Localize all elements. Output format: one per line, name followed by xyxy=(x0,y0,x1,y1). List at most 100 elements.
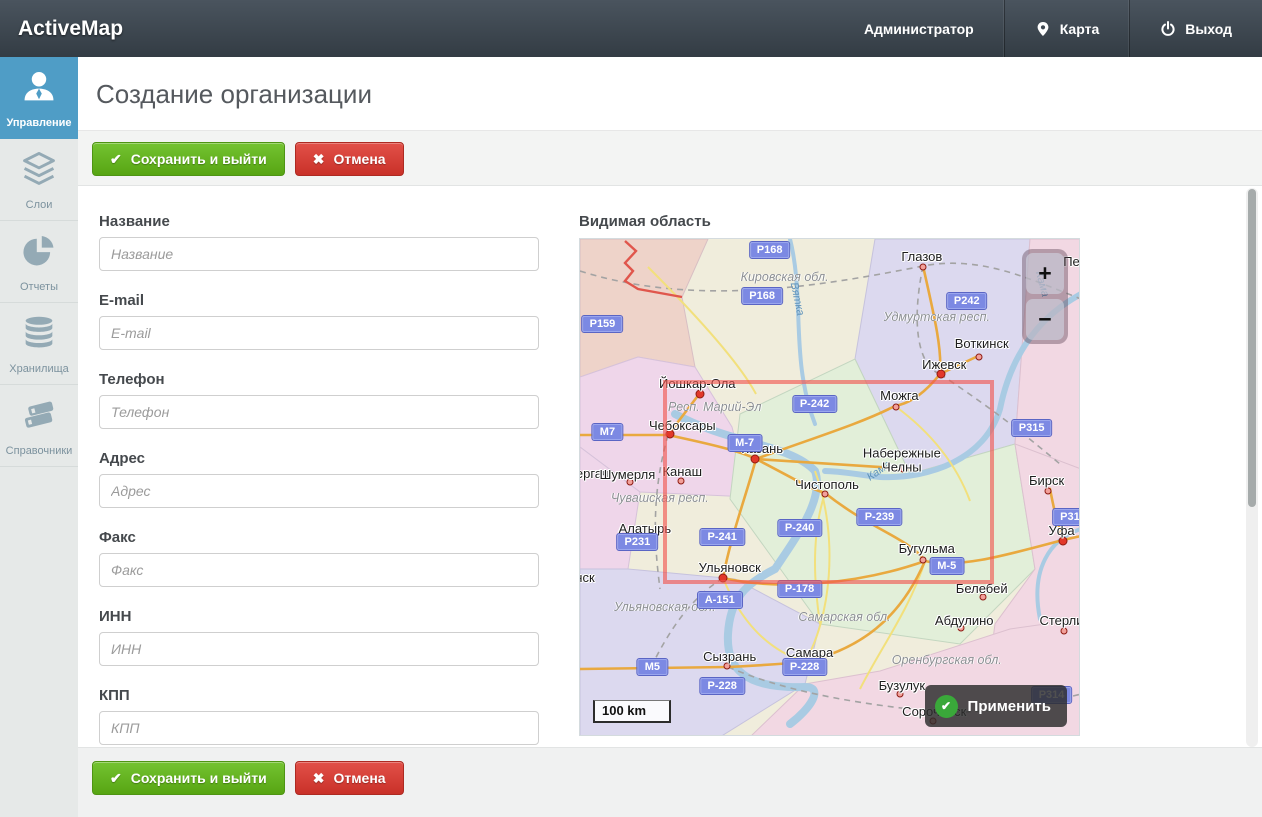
city-label: Самара xyxy=(786,646,833,660)
email-input[interactable] xyxy=(99,316,539,350)
city-label: Сызрань xyxy=(703,650,756,664)
address-input[interactable] xyxy=(99,474,539,508)
kpp-input[interactable] xyxy=(99,711,539,745)
app-header: ActiveMap Администратор Карта Выход xyxy=(0,0,1262,57)
field-fax: Факс xyxy=(99,529,539,587)
main-panel: Создание организации ✔ Сохранить и выйти… xyxy=(78,57,1262,817)
road-badge: Р315 xyxy=(1053,509,1080,525)
road-badge: М5 xyxy=(638,659,667,675)
sidebar-item-label: Управление xyxy=(2,117,76,129)
city-label: Белебей xyxy=(956,582,1008,596)
save-exit-button-label: Сохранить и выйти xyxy=(131,770,267,786)
phone-input[interactable] xyxy=(99,395,539,429)
visible-area-label: Видимая область xyxy=(579,213,1080,230)
city-label: Воткинск xyxy=(955,337,1009,351)
city-dot xyxy=(1061,627,1068,634)
zoom-in-button[interactable]: + xyxy=(1026,253,1064,294)
map-link[interactable]: Карта xyxy=(1004,0,1130,57)
save-exit-button[interactable]: ✔ Сохранить и выйти xyxy=(92,761,285,795)
cancel-button[interactable]: ✖ Отмена xyxy=(295,142,404,176)
region-label: Кировская обл. xyxy=(741,270,829,284)
organization-form: Название E-mail Телефон Адрес Факс ИНН xyxy=(99,213,539,747)
road-badge: Р-228 xyxy=(701,678,744,694)
field-label: Телефон xyxy=(99,371,539,388)
road-badge: Р-228 xyxy=(783,659,826,675)
road-badge: М7 xyxy=(593,424,622,440)
apply-button-label: Применить xyxy=(968,698,1051,715)
road-badge: Р315 xyxy=(1012,420,1052,436)
zoom-out-button[interactable]: − xyxy=(1026,299,1064,340)
sidebar-item-label: Справочники xyxy=(2,445,76,457)
app-logo: ActiveMap xyxy=(18,17,123,41)
region-label: Самарская обл. xyxy=(798,610,890,624)
city-label: Шумерля xyxy=(599,468,655,482)
sidebar-item-storages[interactable]: Хранилища xyxy=(0,303,78,385)
save-exit-button-label: Сохранить и выйти xyxy=(131,151,267,167)
city-label: Глазов xyxy=(901,250,942,264)
road-badge: Р159 xyxy=(583,316,623,332)
power-icon xyxy=(1160,21,1176,37)
title-area: Создание организации xyxy=(78,57,1262,130)
city-dot xyxy=(976,354,983,361)
field-label: Адрес xyxy=(99,450,539,467)
region-label: Оренбургская обл. xyxy=(892,653,1002,667)
field-label: Факс xyxy=(99,529,539,546)
city-label: Уфа xyxy=(1048,524,1074,538)
sidebar-item-directories[interactable]: Справочники xyxy=(0,385,78,467)
sidebar-item-label: Отчеты xyxy=(2,281,76,293)
visible-area-selection-rect[interactable] xyxy=(663,380,994,583)
vertical-scrollbar[interactable] xyxy=(1246,188,1258,747)
cross-icon: ✖ xyxy=(313,151,325,168)
field-label: Название xyxy=(99,213,539,230)
field-phone: Телефон xyxy=(99,371,539,429)
map-link-label: Карта xyxy=(1060,21,1100,37)
field-label: E-mail xyxy=(99,292,539,309)
logout-link[interactable]: Выход xyxy=(1129,0,1262,57)
zoom-control: + − xyxy=(1022,249,1068,344)
user-icon xyxy=(19,94,59,111)
map-pin-icon xyxy=(1035,21,1051,37)
content-area: Название E-mail Телефон Адрес Факс ИНН xyxy=(78,187,1262,747)
visible-area-section: Видимая область xyxy=(579,213,1080,747)
sidebar-item-label: Хранилища xyxy=(2,363,76,375)
river-label: Вятка xyxy=(788,281,807,316)
field-kpp: КПП xyxy=(99,687,539,745)
field-label: КПП xyxy=(99,687,539,704)
map-canvas[interactable]: Кировская обл.Удмуртская респ.Респ. Мари… xyxy=(579,238,1080,736)
sidebar-item-label: Слои xyxy=(2,199,76,211)
city-label: Ижевск xyxy=(922,358,966,372)
top-toolbar: ✔ Сохранить и выйти ✖ Отмена xyxy=(78,130,1262,186)
layers-icon xyxy=(19,176,59,193)
check-icon: ✔ xyxy=(110,770,122,787)
fax-input[interactable] xyxy=(99,553,539,587)
inn-input[interactable] xyxy=(99,632,539,666)
user-menu[interactable]: Администратор xyxy=(834,0,1004,57)
city-dot xyxy=(1045,487,1052,494)
logout-link-label: Выход xyxy=(1185,21,1232,37)
city-label: Бузулук xyxy=(879,680,926,694)
cancel-button[interactable]: ✖ Отмена xyxy=(295,761,404,795)
field-name: Название xyxy=(99,213,539,271)
database-icon xyxy=(19,340,59,357)
road-badge: Р231 xyxy=(618,534,658,550)
save-exit-button[interactable]: ✔ Сохранить и выйти xyxy=(92,142,285,176)
sidebar-item-layers[interactable]: Слои xyxy=(0,139,78,221)
field-label: ИНН xyxy=(99,608,539,625)
scrollbar-thumb[interactable] xyxy=(1248,189,1256,507)
books-icon xyxy=(19,422,59,439)
name-input[interactable] xyxy=(99,237,539,271)
sidebar-item-management[interactable]: Управление xyxy=(0,57,78,139)
apply-button[interactable]: ✔ Применить xyxy=(925,685,1067,727)
region-label: Удмуртская респ. xyxy=(884,310,990,324)
city-label: нск xyxy=(579,571,595,585)
sidebar: Управление Слои Отчеты Хранилища Справоч… xyxy=(0,57,78,817)
page-title: Создание организации xyxy=(96,79,1262,110)
bottom-toolbar: ✔ Сохранить и выйти ✖ Отмена xyxy=(78,747,1262,817)
cancel-button-label: Отмена xyxy=(333,770,385,786)
field-inn: ИНН xyxy=(99,608,539,666)
sidebar-item-reports[interactable]: Отчеты xyxy=(0,221,78,303)
check-circle-icon: ✔ xyxy=(935,695,958,718)
road-badge: А-151 xyxy=(698,592,742,608)
check-icon: ✔ xyxy=(110,151,122,168)
road-badge: Р242 xyxy=(947,293,987,309)
